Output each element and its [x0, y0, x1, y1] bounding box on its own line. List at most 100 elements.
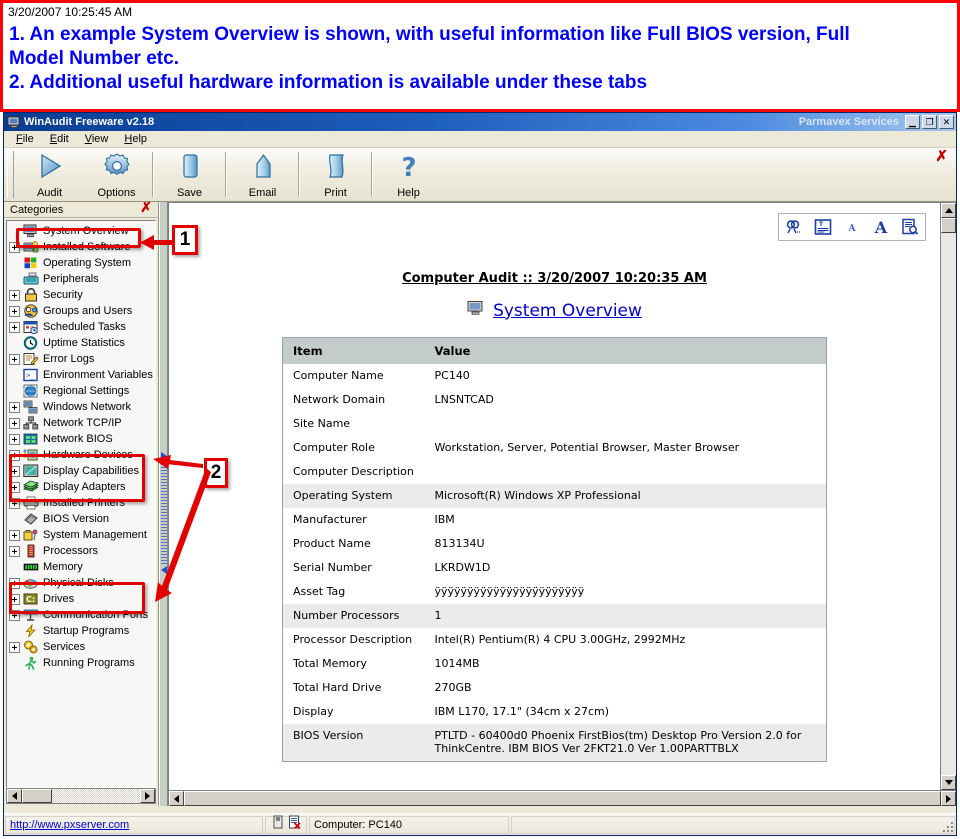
print-button[interactable]: Print: [302, 148, 369, 201]
expand-plus-icon[interactable]: [9, 401, 20, 413]
category-item-regional-settings[interactable]: Regional Settings: [7, 383, 155, 399]
categories-title: Categories: [10, 203, 64, 216]
report-vscrollbar[interactable]: [940, 203, 956, 790]
category-item-drives[interactable]: C: Drives: [7, 591, 155, 607]
font-small-icon[interactable]: A: [843, 218, 861, 236]
scroll-down-button[interactable]: [941, 775, 956, 790]
category-item-peripherals[interactable]: Peripherals: [7, 271, 155, 287]
maximize-button[interactable]: ❐: [922, 115, 937, 129]
category-item-groups-and-users[interactable]: Groups and Users: [7, 303, 155, 319]
email-button[interactable]: Email: [229, 148, 296, 201]
toolbar-grip[interactable]: [7, 151, 14, 198]
menu-item-edit[interactable]: Edit: [44, 132, 79, 146]
expand-plus-icon[interactable]: [9, 641, 20, 653]
expand-plus-icon[interactable]: [9, 481, 20, 493]
expand-plus-icon[interactable]: [9, 529, 20, 541]
category-item-windows-network[interactable]: Windows Network: [7, 399, 155, 415]
report-scroll-right-button[interactable]: [941, 791, 956, 806]
category-item-operating-system[interactable]: Operating System: [7, 255, 155, 271]
category-item-label: Installed Printers: [43, 496, 125, 509]
scroll-right-button[interactable]: [140, 789, 155, 803]
category-item-label: Error Logs: [43, 352, 95, 365]
menu-item-file[interactable]: File: [10, 132, 44, 146]
options-button[interactable]: Options: [83, 148, 150, 201]
category-item-startup-programs[interactable]: Startup Programs: [7, 623, 155, 639]
category-item-processors[interactable]: Processors: [7, 543, 155, 559]
category-item-error-logs[interactable]: Error Logs: [7, 351, 155, 367]
status-link-panel[interactable]: http://www.pxserver.com: [5, 815, 263, 834]
category-item-network-bios[interactable]: Network BIOS: [7, 431, 155, 447]
expand-plus-icon[interactable]: [9, 593, 20, 605]
category-item-system-management[interactable]: System Management: [7, 527, 155, 543]
text-box-icon[interactable]: T: [814, 218, 832, 236]
expand-plus-icon[interactable]: [9, 417, 20, 429]
font-large-icon[interactable]: A: [872, 218, 890, 237]
printer-icon: [23, 496, 39, 510]
minimize-button[interactable]: ▁: [905, 115, 920, 129]
category-item-display-capabilities[interactable]: Display Capabilities: [7, 463, 155, 479]
audit-button[interactable]: Audit: [16, 148, 83, 201]
category-item-memory[interactable]: Memory: [7, 559, 155, 575]
category-item-running-programs[interactable]: Running Programs: [7, 655, 155, 671]
category-item-display-adapters[interactable]: Display Adapters: [7, 479, 155, 495]
expand-plus-icon[interactable]: [9, 353, 20, 365]
report-section-link[interactable]: System Overview: [493, 301, 642, 321]
expand-plus-icon[interactable]: [9, 497, 20, 509]
help-button[interactable]: ? Help: [375, 148, 442, 201]
category-item-installed-printers[interactable]: Installed Printers: [7, 495, 155, 511]
toolbar-close-icon[interactable]: ✗: [935, 150, 948, 165]
vscroll-thumb[interactable]: [941, 218, 956, 233]
hscroll-track[interactable]: [52, 789, 140, 803]
category-item-scheduled-tasks[interactable]: Scheduled Tasks: [7, 319, 155, 335]
save-button[interactable]: Save: [156, 148, 223, 201]
categories-hscrollbar[interactable]: [6, 788, 156, 804]
report-scroll-left-button[interactable]: [169, 791, 184, 806]
category-item-installed-software[interactable]: Installed Software: [7, 239, 155, 255]
export-excel-icon[interactable]: [288, 815, 301, 834]
report-hscroll-thumb[interactable]: [184, 791, 941, 806]
report-document[interactable]: T A A Computer Audit:: 3/20/2007 10:20:…: [169, 203, 940, 790]
column-header-item: Item: [282, 337, 425, 364]
splitter-collapse-left-icon[interactable]: [161, 452, 167, 460]
splitter-collapse-right-icon[interactable]: [161, 566, 167, 574]
expand-plus-icon[interactable]: [9, 321, 20, 333]
expand-plus-icon[interactable]: [9, 577, 20, 589]
expand-plus-icon[interactable]: [9, 305, 20, 317]
expand-plus-icon[interactable]: [9, 289, 20, 301]
expand-plus-icon[interactable]: [9, 449, 20, 461]
vscroll-track[interactable]: [941, 233, 956, 775]
scroll-up-button[interactable]: [941, 203, 956, 218]
category-item-services[interactable]: Services: [7, 639, 155, 655]
find-next-icon[interactable]: [785, 218, 803, 236]
report-hscrollbar[interactable]: [168, 790, 956, 806]
category-item-system-overview[interactable]: System Overview: [7, 223, 155, 239]
category-item-uptime-statistics[interactable]: Uptime Statistics: [7, 335, 155, 351]
category-item-network-tcp-ip[interactable]: Network TCP/IP: [7, 415, 155, 431]
category-item-communication-ports[interactable]: Communication Ports: [7, 607, 155, 623]
scroll-left-button[interactable]: [7, 789, 22, 803]
chevron-left-icon: [174, 794, 179, 803]
category-item-physical-disks[interactable]: Physical Disks: [7, 575, 155, 591]
categories-close-icon[interactable]: ✗: [140, 201, 152, 217]
expand-plus-icon[interactable]: [9, 609, 20, 621]
print-preview-icon[interactable]: [901, 218, 919, 236]
status-website-link[interactable]: http://www.pxserver.com: [10, 819, 258, 831]
expand-plus-icon[interactable]: [9, 241, 20, 253]
menu-item-view[interactable]: View: [79, 132, 119, 146]
category-item-bios-version[interactable]: BIOS Version: [7, 511, 155, 527]
resize-grip-icon[interactable]: [942, 821, 954, 833]
email-button-label: Email: [248, 187, 277, 199]
menu-item-help[interactable]: Help: [118, 132, 157, 146]
category-item-hardware-devices[interactable]: Hardware Devices: [7, 447, 155, 463]
expand-plus-icon[interactable]: [9, 433, 20, 445]
categories-tree-container[interactable]: System Overview Installed Software Operati…: [6, 220, 156, 788]
hscroll-thumb[interactable]: [22, 789, 52, 803]
expand-plus-icon[interactable]: [9, 545, 20, 557]
category-item-environment-variables[interactable]: >_ Environment Variables: [7, 367, 155, 383]
category-item-security[interactable]: Security: [7, 287, 155, 303]
pane-splitter[interactable]: [159, 202, 168, 806]
close-button[interactable]: ✕: [939, 115, 954, 129]
save-disk-icon[interactable]: [272, 815, 284, 834]
expand-plus-icon[interactable]: [9, 465, 20, 477]
category-item-label: Installed Software: [43, 240, 131, 253]
